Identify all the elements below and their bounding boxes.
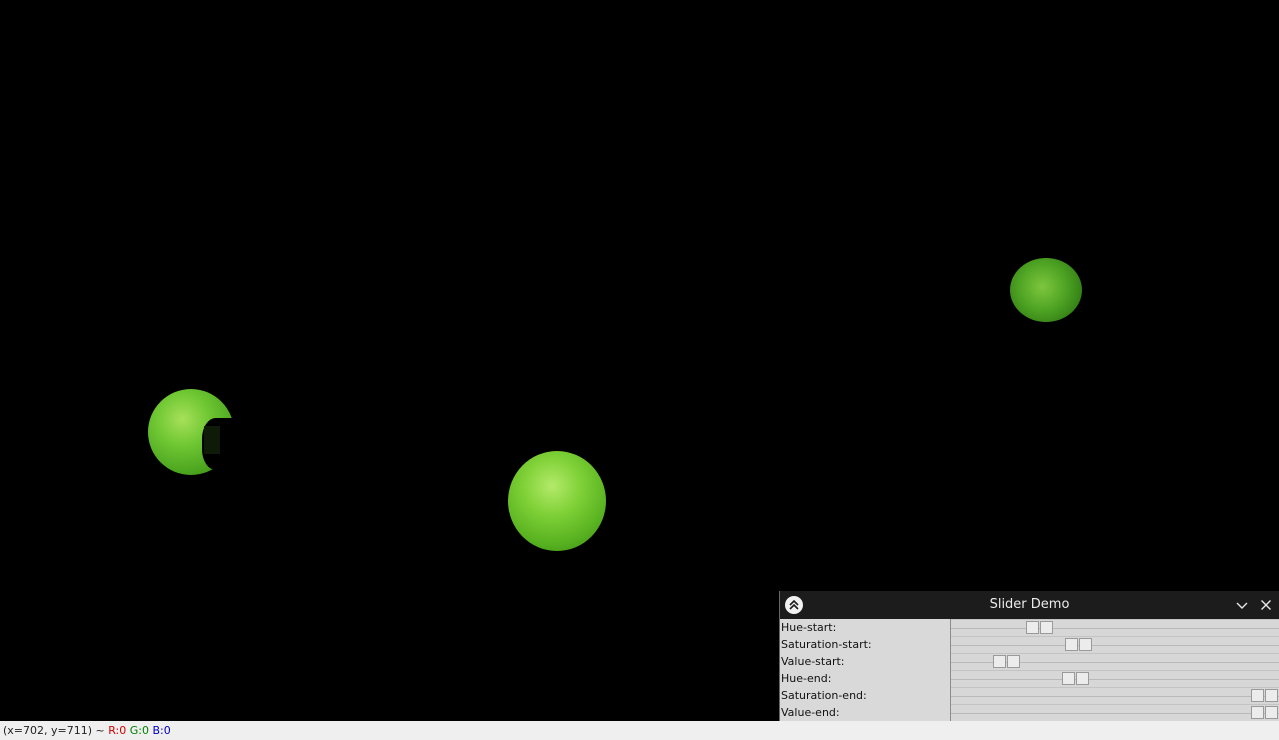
slider-track[interactable]: [951, 687, 1279, 704]
track-line: [951, 713, 1279, 714]
slider-label: Value-end:: [781, 704, 951, 721]
slider-label: Hue-start:: [781, 619, 951, 636]
slider-track[interactable]: [951, 670, 1279, 687]
slider-handle[interactable]: [1065, 638, 1093, 652]
pea-bite-shadow: [204, 426, 220, 454]
green-pea-center: [508, 451, 606, 551]
slider-row-saturation-start: Saturation-start:: [780, 636, 1279, 653]
slider-demo-window: Slider Demo Hue-start: Saturation-start:: [779, 591, 1279, 721]
slider-label: Saturation-start:: [781, 636, 951, 653]
slider-label: Saturation-end:: [781, 687, 951, 704]
slider-row-value-end: Value-end:: [780, 704, 1279, 721]
chevron-down-icon[interactable]: [1233, 596, 1251, 614]
window-title: Slider Demo: [989, 597, 1070, 612]
cursor-coordinates: (x=702, y=711) ~: [3, 724, 105, 737]
slider-track[interactable]: [951, 619, 1279, 636]
slider-handle[interactable]: [1251, 706, 1279, 720]
slider-row-value-start: Value-start:: [780, 653, 1279, 670]
slider-label: Hue-end:: [781, 670, 951, 687]
slider-track[interactable]: [951, 636, 1279, 653]
green-pea-right: [1010, 258, 1082, 322]
slider-row-saturation-end: Saturation-end:: [780, 687, 1279, 704]
window-titlebar[interactable]: Slider Demo: [780, 591, 1279, 619]
status-bar: (x=702, y=711) ~ R:0 G:0 B:0: [0, 721, 1279, 740]
track-line: [951, 696, 1279, 697]
close-icon[interactable]: [1257, 596, 1275, 614]
slider-row-hue-start: Hue-start:: [780, 619, 1279, 636]
pixel-blue-value: B:0: [152, 724, 171, 737]
slider-handle[interactable]: [993, 655, 1021, 669]
slider-handle[interactable]: [1026, 621, 1054, 635]
pixel-red-value: R:0: [108, 724, 127, 737]
slider-label: Value-start:: [781, 653, 951, 670]
slider-track[interactable]: [951, 704, 1279, 721]
slider-row-hue-end: Hue-end:: [780, 670, 1279, 687]
slider-list: Hue-start: Saturation-start: Value-start…: [780, 619, 1279, 721]
track-line: [951, 645, 1279, 646]
slider-track[interactable]: [951, 653, 1279, 670]
track-line: [951, 679, 1279, 680]
slider-handle[interactable]: [1251, 689, 1279, 703]
track-line: [951, 628, 1279, 629]
slider-handle[interactable]: [1062, 672, 1090, 686]
pixel-green-value: G:0: [129, 724, 149, 737]
